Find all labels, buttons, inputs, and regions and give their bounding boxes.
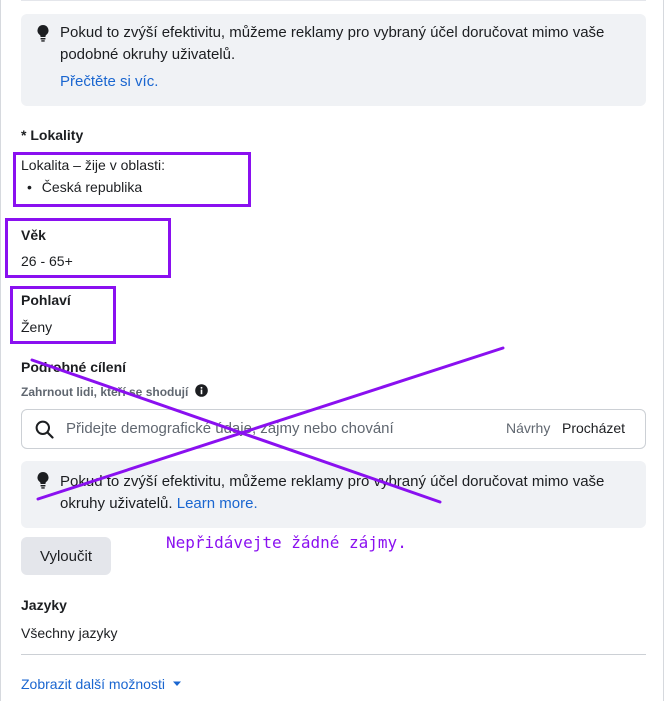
info-notice-bottom: Pokud to zvýší efektivitu, můžeme reklam… bbox=[21, 461, 646, 528]
section-divider bbox=[21, 654, 646, 655]
panel-left-border bbox=[0, 0, 1, 701]
exclude-button[interactable]: Vyloučit bbox=[21, 537, 111, 575]
annotation-box-gender bbox=[10, 286, 116, 344]
learn-more-link[interactable]: Learn more. bbox=[177, 495, 258, 512]
search-icon bbox=[35, 420, 54, 439]
languages-value: Všechny jazyky bbox=[21, 625, 118, 641]
info-icon[interactable] bbox=[194, 384, 208, 397]
suggestions-link[interactable]: Návrhy bbox=[506, 420, 550, 436]
include-label-row: Zahrnout lidi, kteří se shodují bbox=[21, 384, 208, 399]
locations-label: * Lokality bbox=[21, 127, 84, 143]
top-divider bbox=[21, 0, 646, 1]
info-notice-top: Pokud to zvýší efektivitu, můžeme reklam… bbox=[21, 14, 646, 106]
include-label: Zahrnout lidi, kteří se shodují bbox=[21, 385, 189, 399]
caret-down-icon bbox=[172, 681, 181, 686]
show-more-options-label: Zobrazit další možnosti bbox=[21, 676, 165, 692]
annotation-box-locations bbox=[13, 152, 251, 207]
annotation-note: Nepřidávejte žádné zájmy. bbox=[166, 533, 407, 552]
annotation-box-age bbox=[5, 218, 171, 278]
detailed-targeting-label: Podrobné cílení bbox=[21, 359, 127, 375]
notice-text: Pokud to zvýší efektivitu, můžeme reklam… bbox=[60, 473, 605, 512]
browse-link[interactable]: Procházet bbox=[562, 420, 625, 436]
detailed-targeting-search[interactable]: Návrhy Procházet bbox=[21, 409, 646, 449]
notice-text: Pokud to zvýší efektivitu, můžeme reklam… bbox=[60, 24, 605, 63]
read-more-link[interactable]: Přečtěte si víc. bbox=[60, 71, 628, 93]
lightbulb-icon bbox=[37, 472, 49, 489]
show-more-options-link[interactable]: Zobrazit další možnosti bbox=[21, 676, 182, 692]
search-input[interactable] bbox=[64, 419, 488, 438]
notice-text-block: Pokud to zvýší efektivitu, můžeme reklam… bbox=[60, 471, 628, 515]
lightbulb-icon bbox=[37, 25, 49, 42]
languages-label: Jazyky bbox=[21, 597, 67, 613]
